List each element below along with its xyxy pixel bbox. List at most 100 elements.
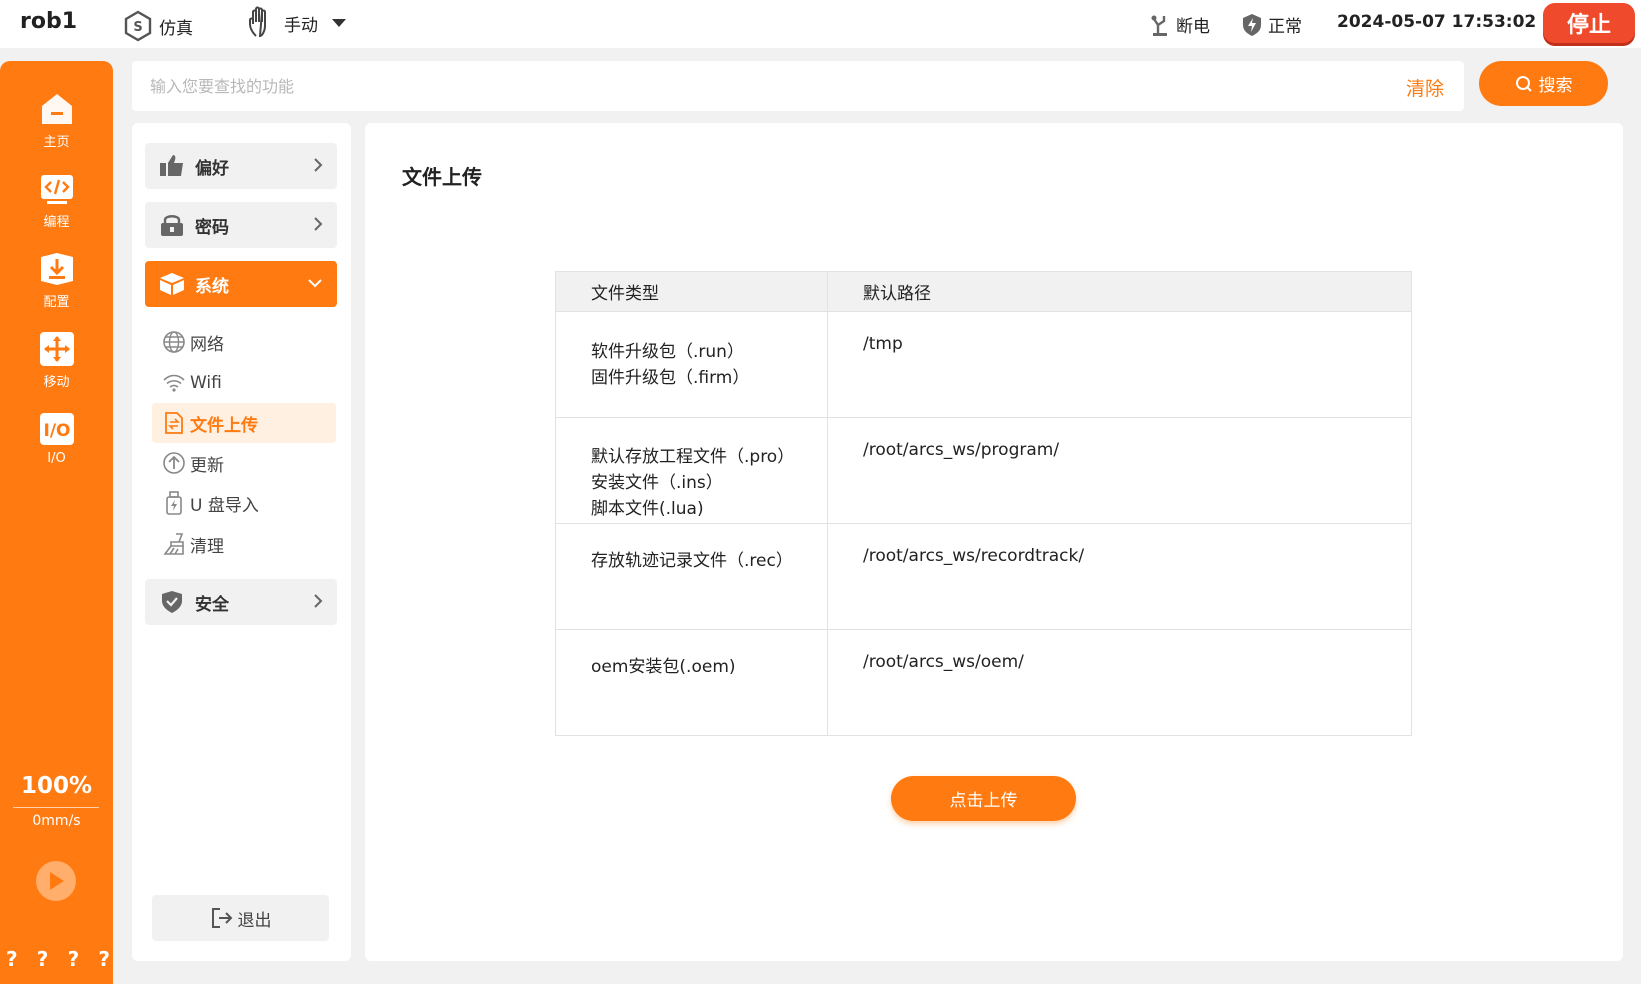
menu-group-preferences[interactable]: 偏好 (145, 143, 337, 189)
status-indicator-1[interactable]: ? (6, 947, 18, 971)
nav-home[interactable]: 主页 (0, 91, 113, 150)
play-button[interactable] (36, 861, 76, 901)
nav-io[interactable]: I/O I/O (0, 411, 113, 466)
nav-move[interactable]: 移动 (0, 331, 113, 390)
nav-io-label: I/O (47, 451, 66, 466)
chevron-down-icon (308, 279, 322, 288)
menu-group-password[interactable]: 密码 (145, 202, 337, 248)
stop-button[interactable]: 停止 (1543, 3, 1635, 43)
chevron-right-icon (314, 594, 323, 608)
table-row: 软件升级包（.run） 固件升级包（.firm） /tmp (555, 311, 1412, 418)
broom-icon (163, 533, 184, 555)
sub-item-file-upload-label: 文件上传 (190, 415, 258, 436)
nav-config-label: 配置 (43, 295, 70, 310)
file-types-cell: 软件升级包（.run） 固件升级包（.firm） (555, 311, 828, 418)
chevron-right-icon (314, 158, 323, 172)
clear-button[interactable]: 清除 (1406, 74, 1444, 101)
safety-status[interactable]: 正常 (1242, 12, 1302, 37)
shield-bolt-icon (1243, 13, 1261, 36)
svg-text:S: S (133, 20, 142, 35)
safety-label: 正常 (1268, 17, 1302, 37)
power-label: 断电 (1176, 17, 1210, 37)
default-path-cell: /tmp (827, 311, 1412, 418)
hand-icon (249, 6, 266, 38)
svg-text:I/O: I/O (43, 421, 70, 441)
caret-down-icon (332, 19, 346, 27)
sub-item-update[interactable]: 更新 (152, 443, 336, 483)
power-status[interactable]: 断电 (1150, 12, 1210, 37)
page-title: 文件上传 (402, 165, 482, 189)
robot-arm-icon (1151, 15, 1167, 36)
nav-move-label: 移动 (43, 375, 70, 390)
simulation-label: 仿真 (159, 18, 193, 39)
table-header-row: 文件类型 默认路径 (555, 271, 1412, 312)
settings-menu: 偏好 密码 系统 网络 Wifi 文件上传 更新 U 盘导入 清理 安全 退出 (132, 123, 351, 961)
datetime: 2024-05-07 17:53:02 (1337, 12, 1537, 32)
menu-group-safety-label: 安全 (195, 594, 229, 615)
search-bar (132, 61, 1464, 111)
menu-group-safety[interactable]: 安全 (145, 579, 337, 625)
status-indicators: ? ? ? ? (6, 947, 110, 971)
code-icon (40, 175, 73, 204)
menu-group-password-label: 密码 (195, 217, 229, 238)
sub-item-network[interactable]: 网络 (152, 322, 336, 362)
cube-icon (160, 273, 184, 295)
logout-button[interactable]: 退出 (152, 895, 329, 941)
lock-icon (161, 215, 183, 236)
search-button-label: 搜索 (1538, 76, 1573, 96)
search-input[interactable] (150, 73, 1300, 99)
manual-label: 手动 (284, 15, 318, 36)
nav-config[interactable]: 配置 (0, 251, 113, 310)
io-icon: I/O (39, 413, 74, 445)
upload-button[interactable]: 点击上传 (891, 776, 1076, 821)
file-types-cell: 存放轨迹记录文件（.rec） (555, 523, 828, 630)
simulation-toggle[interactable]: S 仿真 (123, 10, 193, 42)
robot-name[interactable]: rob1 (20, 9, 77, 34)
shield-icon (162, 591, 182, 613)
status-indicator-4[interactable]: ? (98, 947, 110, 971)
sub-item-usb-import[interactable]: U 盘导入 (152, 483, 336, 523)
menu-group-preferences-label: 偏好 (195, 158, 229, 179)
column-header-default-path: 默认路径 (827, 271, 1412, 312)
menu-group-system[interactable]: 系统 (145, 261, 337, 307)
speed-percent[interactable]: 100% (0, 773, 113, 799)
nav-home-label: 主页 (43, 135, 70, 150)
home-icon (41, 94, 72, 124)
file-type: 存放轨迹记录文件（.rec） (591, 551, 793, 571)
sub-item-usb-import-label: U 盘导入 (190, 495, 259, 516)
sub-item-cleanup[interactable]: 清理 (152, 524, 336, 564)
nav-programming-label: 编程 (43, 215, 70, 230)
nav-programming[interactable]: 编程 (0, 171, 113, 230)
table-row: 存放轨迹记录文件（.rec） /root/arcs_ws/recordtrack… (555, 523, 1412, 630)
sub-item-cleanup-label: 清理 (190, 536, 224, 557)
play-icon (50, 872, 64, 890)
search-button[interactable]: 搜索 (1479, 61, 1608, 106)
menu-group-system-label: 系统 (195, 276, 229, 297)
thumbs-up-icon (160, 155, 183, 176)
file-type-table: 文件类型 默认路径 软件升级包（.run） 固件升级包（.firm） /tmp … (555, 271, 1412, 736)
wifi-icon (163, 374, 185, 392)
update-icon (163, 452, 185, 474)
status-indicator-2[interactable]: ? (37, 947, 49, 971)
globe-icon (163, 331, 185, 353)
file-types-cell: oem安装包(.oem) (555, 629, 828, 736)
file-type: 软件升级包（.run） (591, 341, 744, 362)
sub-item-network-label: 网络 (190, 334, 224, 355)
file-type: 脚本文件(.lua) (591, 499, 704, 519)
default-path-cell: /root/arcs_ws/oem/ (827, 629, 1412, 736)
sub-item-file-upload[interactable]: 文件上传 (152, 403, 336, 443)
simulation-icon: S (124, 10, 152, 42)
speed-value: 0mm/s (32, 813, 81, 829)
logout-label: 退出 (237, 910, 272, 931)
file-type: 固件升级包（.firm） (591, 367, 750, 388)
file-type: 默认存放工程文件（.pro） (591, 447, 795, 467)
table-row: oem安装包(.oem) /root/arcs_ws/oem/ (555, 629, 1412, 736)
sub-item-wifi[interactable]: Wifi (152, 363, 336, 403)
search-icon (1515, 75, 1532, 92)
chevron-right-icon (314, 217, 323, 231)
status-indicator-3[interactable]: ? (68, 947, 80, 971)
manual-mode-dropdown[interactable]: 手动 (246, 6, 354, 40)
file-type: oem安装包(.oem) (591, 657, 736, 677)
config-icon (40, 253, 73, 285)
usb-icon (166, 491, 182, 515)
